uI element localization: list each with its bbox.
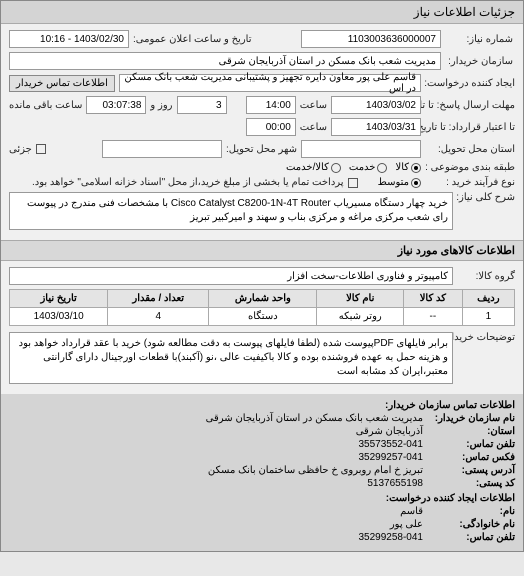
buyer-notes-value: برابر فایلهای PDFپیوست شده (لطفا فایلهای…	[9, 332, 453, 384]
budget-radio-3[interactable]	[331, 163, 341, 173]
city-field[interactable]	[102, 140, 222, 158]
th-5: تاریخ نیاز	[10, 290, 108, 308]
td-5: 1403/03/10	[10, 308, 108, 326]
phone-label: تلفن تماس:	[427, 439, 515, 450]
creator-header: اطلاعات ایجاد کننده درخواست:	[386, 493, 515, 504]
td-4: 4	[108, 308, 209, 326]
province-label: استان:	[427, 426, 515, 437]
state-label: استان محل تحویل:	[425, 144, 515, 155]
time-remain-label: ساعت باقی مانده	[9, 100, 82, 111]
td-2: روتر شبکه	[317, 308, 404, 326]
buyer-label: سازمان خریدار:	[445, 56, 515, 67]
td-1: --	[404, 308, 463, 326]
td-3: دستگاه	[209, 308, 317, 326]
part-checkbox[interactable]	[36, 144, 46, 154]
th-4: تعداد / مقدار	[108, 290, 209, 308]
budget-opt2: خدمت	[349, 162, 376, 173]
province-value: آذربایجان شرقی	[356, 426, 423, 437]
buyer-notes-label: توضیحات خریدار:	[457, 332, 515, 343]
org-value: مدیریت شعب بانک مسکن در استان آذربایجان …	[206, 413, 423, 424]
deadline-label: مهلت ارسال پاسخ: تا تاریخ	[425, 100, 515, 111]
validity-label: تا اعتبار قرارداد: تا تاریخ	[425, 122, 515, 133]
ref-value: 1103003636000007	[301, 30, 441, 48]
deadline-date: 1403/03/02	[331, 96, 421, 114]
days-remain: 3	[177, 96, 227, 114]
goods-table: ردیف کد کالا نام کالا واحد شمارش تعداد /…	[9, 289, 515, 326]
form-section: شماره نیاز: 1103003636000007 تاریخ و ساع…	[1, 24, 523, 240]
requester-value: قاسم علی پور معاون دایره تجهیز و پشتیبان…	[119, 74, 421, 92]
city-label: شهر محل تحویل:	[226, 144, 297, 155]
fax-label: فکس تماس:	[427, 452, 515, 463]
pubdate-label: تاریخ و ساعت اعلان عمومی:	[133, 34, 252, 45]
time-remain: 03:07:38	[86, 96, 146, 114]
fax-value: 35299257-041	[358, 452, 423, 463]
group-value: کامپیوتر و فناوری اطلاعات-سخت افزار	[9, 267, 453, 285]
budget-radio-group: کالا خدمت کالا/خدمت	[286, 162, 421, 173]
window: جزئیات اطلاعات نیاز شماره نیاز: 11030036…	[0, 0, 524, 552]
pubdate-value: 1403/02/30 - 10:16	[9, 30, 129, 48]
purchase-note: پرداخت تمام یا بخشی از مبلغ خرید،از محل …	[32, 177, 344, 188]
budget-type-label: طبقه بندی موضوعی :	[425, 162, 515, 173]
validity-date: 1403/03/31	[331, 118, 421, 136]
purchase-radio-group: متوسط	[378, 177, 421, 188]
phone-value: 35573552-041	[358, 439, 423, 450]
contact-header: اطلاعات تماس سازمان خریدار:	[385, 400, 515, 411]
ref-label: شماره نیاز:	[445, 34, 515, 45]
group-label: گروه کالا:	[457, 271, 515, 282]
part-label: جزئی	[9, 144, 32, 155]
address-value: تبریز خ امام روبروی خ حافظی ساختمان بانک…	[208, 465, 423, 476]
th-2: نام کالا	[317, 290, 404, 308]
cphone-label: تلفن تماس:	[427, 532, 515, 543]
family-value: علی پور	[390, 519, 423, 530]
purchase-opt1: متوسط	[378, 177, 409, 188]
table-header-row: ردیف کد کالا نام کالا واحد شمارش تعداد /…	[10, 290, 515, 308]
budget-opt1: کالا	[395, 162, 409, 173]
state-field[interactable]	[301, 140, 421, 158]
time-label-1: ساعت	[300, 100, 327, 111]
th-0: ردیف	[462, 290, 514, 308]
desc-value: خرید چهار دستگاه مسیریاب Cisco Catalyst …	[9, 192, 453, 230]
requester-label: ایجاد کننده درخواست:	[425, 78, 515, 89]
cphone-value: 35299258-041	[358, 532, 423, 543]
purchase-type-label: نوع فرآیند خرید :	[425, 177, 515, 188]
days-remain-label: روز و	[150, 100, 172, 111]
address-label: آدرس پستی:	[427, 465, 515, 476]
deadline-time: 14:00	[246, 96, 296, 114]
budget-radio-2[interactable]	[377, 163, 387, 173]
time-label-2: ساعت	[300, 122, 327, 133]
goods-section-header: اطلاعات کالاهای مورد نیاز	[1, 240, 523, 261]
titlebar: جزئیات اطلاعات نیاز	[1, 1, 523, 24]
th-3: واحد شمارش	[209, 290, 317, 308]
th-1: کد کالا	[404, 290, 463, 308]
buyer-value: مدیریت شعب بانک مسکن در استان آذربایجان …	[9, 52, 441, 70]
purchase-note-checkbox[interactable]	[348, 178, 358, 188]
td-0: 1	[462, 308, 514, 326]
table-row: 1 -- روتر شبکه دستگاه 4 1403/03/10	[10, 308, 515, 326]
postal-label: کد پستی:	[427, 478, 515, 489]
budget-opt3: کالا/خدمت	[286, 162, 329, 173]
family-label: نام خانوادگی:	[427, 519, 515, 530]
budget-radio-1[interactable]	[411, 163, 421, 173]
org-label: نام سازمان خریدار:	[427, 413, 515, 424]
contact-block: اطلاعات تماس سازمان خریدار: نام سازمان خ…	[1, 394, 523, 551]
contact-button[interactable]: اطلاعات تماس خریدار	[9, 75, 115, 92]
name-value: قاسم	[400, 506, 423, 517]
name-label: نام:	[427, 506, 515, 517]
validity-time: 00:00	[246, 118, 296, 136]
desc-label: شرح کلی نیاز:	[457, 192, 515, 203]
postal-value: 5137655198	[367, 478, 423, 489]
purchase-radio-1[interactable]	[411, 178, 421, 188]
